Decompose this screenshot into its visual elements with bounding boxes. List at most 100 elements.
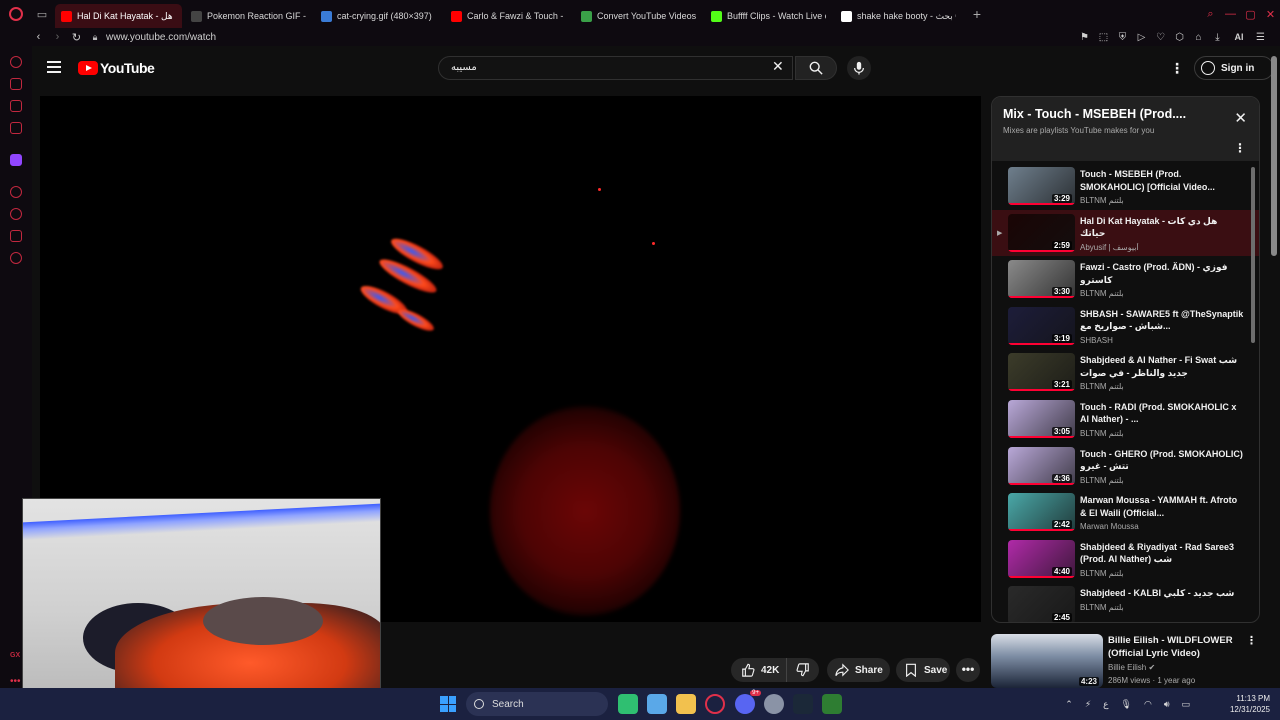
dislike-button[interactable] [787,658,819,682]
search-input[interactable]: مسيبه [438,56,793,80]
like-button[interactable]: 42K [731,658,787,682]
playlist-item-title[interactable]: Shabjdeed & Al Nather - Fi Swat شب جديد … [1080,354,1245,379]
taskbar-app-monitor-icon[interactable] [647,694,667,714]
playlist-title[interactable]: Mix - Touch - MSEBEH (Prod.... [1003,107,1186,121]
tab-overview-icon[interactable]: ▭ [32,0,52,28]
url-field[interactable]: www.youtube.com/watch [106,32,216,43]
recommended-menu-icon[interactable]: ⋮ [1246,634,1257,647]
browser-tab[interactable]: Pokemon Reaction GIF - P [185,4,312,28]
playlist-item-channel[interactable]: BLTNM بلتنم [1080,569,1245,578]
playlist-item-channel[interactable]: Abyusif | أبيوسف [1080,243,1245,252]
downloads-icon[interactable]: ⤓ [1208,32,1227,43]
playlist-thumbnail[interactable]: 3:30 [1008,260,1075,299]
playlist-item[interactable]: 3:21 Shabjdeed & Al Nather - Fi Swat شب ج… [992,349,1259,396]
recommended-channel[interactable]: Billie Eilish ✔ [1108,663,1155,672]
gx-control-icon[interactable] [10,78,22,90]
tray-mic-icon[interactable]: 🎙︎ [1121,699,1132,710]
playlist-thumbnail[interactable]: 3:21 [1008,353,1075,392]
playlist-item-channel[interactable]: BLTNM بلتنم [1080,603,1245,612]
close-window-button[interactable]: ✕ [1261,0,1280,28]
music-icon[interactable] [10,122,22,134]
browser-tab[interactable]: Hal Di Kat Hayatak - هل [55,4,182,28]
playlist-item[interactable]: 3:30 Fawzi - Castro (Prod. ÄDN) فوزي - كا… [992,256,1259,303]
player-icon[interactable]: ▷ [1132,32,1151,43]
lock-icon[interactable]: 🔒︎ [86,32,104,43]
player-sidebar-icon[interactable] [10,186,22,198]
tray-chevron-icon[interactable]: ⌃ [1065,699,1073,710]
forward-button[interactable]: › [48,31,67,43]
save-button[interactable]: Save [896,658,950,682]
settings-menu-icon[interactable]: ⋮ [1170,60,1184,77]
clear-search-icon[interactable]: ✕ [772,58,784,75]
playlist-thumbnail[interactable]: 4:36 [1008,446,1075,485]
playlist-item-channel[interactable]: Marwan Moussa [1080,522,1245,531]
taskbar-app-settings-icon[interactable] [764,694,784,714]
menu-icon[interactable] [47,61,61,73]
playlist-thumbnail[interactable]: 2:42 [1008,493,1075,532]
settings-icon[interactable] [10,252,22,264]
sign-in-button[interactable]: Sign in [1194,56,1274,80]
voice-search-button[interactable] [847,56,871,80]
back-button[interactable]: ‹ [29,31,48,43]
playlist-thumbnail[interactable]: 3:29 [1008,167,1075,205]
playlist-item-title[interactable]: SHBASH - SAWARE5 ft @TheSynaptik شباش - … [1080,308,1245,333]
playlist-scrollbar[interactable] [1251,167,1255,343]
taskbar-app-steam-icon[interactable] [793,694,813,714]
tray-lang[interactable]: ع [1103,699,1108,710]
new-tab-button[interactable]: + [968,5,986,23]
reload-button[interactable]: ↻ [67,31,86,44]
browser-tab[interactable]: Convert YouTube Videos t [575,4,702,28]
playlist-item-channel[interactable]: BLTNM بلتنم [1080,196,1245,205]
playlist-item-channel[interactable]: BLTNM بلتنم [1080,476,1245,485]
playlist-thumbnail[interactable]: 2:59 [1008,213,1075,252]
minimize-button[interactable]: — [1221,0,1240,28]
browser-tab[interactable]: Buffff Clips - Watch Live o [705,4,832,28]
maximize-button[interactable]: ▢ [1241,0,1260,28]
heart-icon[interactable]: ♡ [1151,32,1170,43]
tray-battery-icon[interactable]: ▭ [1181,699,1190,710]
messenger-icon[interactable] [10,100,22,112]
recommended-thumbnail[interactable]: 4:23 [991,634,1103,688]
youtube-logo[interactable]: YouTube [78,60,155,76]
playlist-item[interactable]: 3:19 SHBASH - SAWARE5 ft @TheSynaptik شبا… [992,303,1259,350]
playlist-item-title[interactable]: Marwan Moussa - YAMMAH ft. Afroto & El W… [1080,494,1245,519]
search-button[interactable] [795,56,837,80]
extensions-icon[interactable]: ⬡ [1170,32,1189,43]
bookmark-icon[interactable]: ⚑ [1075,32,1094,43]
search-tabs-icon[interactable]: ⌕ [1201,0,1220,28]
history-icon[interactable] [10,208,22,220]
playlist-item[interactable]: 3:29 Touch - MSEBEH (Prod. SMOKAHOLIC) [O… [992,163,1259,210]
tray-network-icon[interactable]: ⚡ [1085,699,1091,710]
more-icon[interactable]: ••• [10,676,21,687]
playlist-item-channel[interactable]: BLTNM بلتنم [1080,382,1245,391]
playlist-thumbnail[interactable]: 4:40 [1008,539,1075,578]
wallet-icon[interactable]: ⌂ [1189,32,1208,43]
taskbar-app-explorer-icon[interactable] [676,694,696,714]
playlist-item-title[interactable]: Shabjdeed - KALBI شب جديد - كلبي [1080,587,1245,600]
playlist-item-title[interactable]: Touch - RADI (Prod. SMOKAHOLIC x Al Nath… [1080,401,1245,426]
share-button[interactable]: Share [827,658,890,682]
snapshot-icon[interactable]: ⬚ [1094,32,1113,43]
shield-icon[interactable]: ⛨ [1113,32,1132,43]
page-scrollbar[interactable] [1271,56,1277,256]
taskbar-app-opera-icon[interactable] [705,694,725,714]
taskbar-search[interactable]: Search [466,692,608,716]
playlist-item-channel[interactable]: BLTNM بلتنم [1080,289,1245,298]
windows-start-icon[interactable] [440,696,456,712]
playlist-thumbnail[interactable]: 3:05 [1008,399,1075,438]
playlist-item[interactable]: 3:05 Touch - RADI (Prod. SMOKAHOLIC x Al … [992,396,1259,443]
speed-dial-icon[interactable] [10,56,22,68]
playlist-thumbnail[interactable]: 2:45 [1008,586,1075,622]
playlist-thumbnail[interactable]: 3:19 [1008,306,1075,345]
close-playlist-icon[interactable]: ✕ [1234,109,1247,127]
playlist-item-title[interactable]: Fawzi - Castro (Prod. ÄDN) فوزي - كاسترو [1080,261,1245,286]
easy-setup-icon[interactable]: ☰ [1251,32,1270,43]
taskbar-app-discord-icon[interactable]: 9+ [735,690,761,714]
browser-tab[interactable]: Carlo & Fawzi & Touch - Y [445,4,572,28]
playlist-item-title[interactable]: Hal Di Kat Hayatak - هل دي كات حياتك [1080,215,1245,240]
browser-tab[interactable]: shake hake booty - بحث Go [835,4,962,28]
extensions-sidebar-icon[interactable] [10,230,22,242]
recommended-title[interactable]: Billie Eilish - WILDFLOWER (Official Lyr… [1108,634,1248,660]
recommended-video[interactable]: 4:23 Billie Eilish - WILDFLOWER (Officia… [991,632,1260,688]
playlist-item-title[interactable]: Shabjdeed & Riyadiyat - Rad Saree3 (Prod… [1080,541,1245,566]
